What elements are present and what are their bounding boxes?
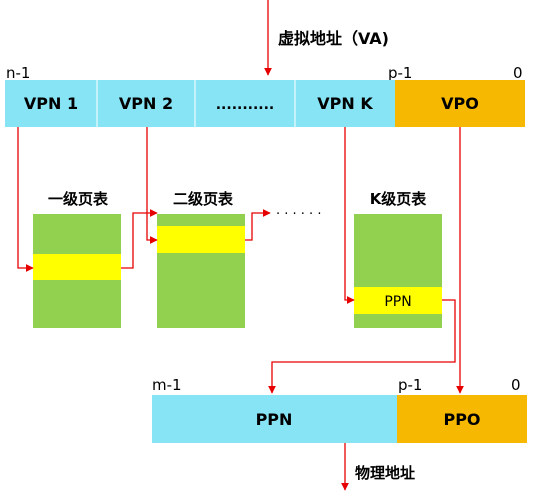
page-table-translation-diagram: 虚拟地址（VA) n-1 p-1 0 VPN 1 VPN 2 .........… — [5, 0, 527, 491]
pa-bit-high: m-1 — [152, 376, 182, 394]
vpn2-to-level2-arrow — [146, 127, 158, 244]
level2-entry — [157, 226, 245, 253]
table-title-level1: 一级页表 — [48, 190, 109, 208]
level1-entry — [33, 254, 121, 280]
va-label-vpn1: VPN 1 — [24, 94, 78, 113]
page-table-level1 — [33, 214, 121, 328]
physical-address-label: 物理地址 — [355, 464, 415, 482]
va-label-dots: ........... — [216, 97, 275, 113]
pa-bit-low: 0 — [511, 376, 521, 394]
virtual-address-bar: VPN 1 VPN 2 ........... VPN K VPO — [5, 80, 525, 127]
va-bit-low: 0 — [513, 64, 523, 82]
table-title-levelk: K级页表 — [370, 190, 428, 208]
physical-address-bar: PPN PPO — [152, 395, 527, 443]
levelk-ppn-label: PPN — [384, 294, 411, 310]
level2-to-next-arrow — [245, 209, 271, 241]
page-table-level2 — [157, 214, 245, 328]
va-bit-mid: p-1 — [388, 64, 412, 82]
intermediate-dots: · · · · · · — [276, 207, 321, 222]
vpn1-to-level1-arrow — [17, 127, 34, 272]
pa-label-ppn: PPN — [256, 410, 293, 429]
va-label-vpo: VPO — [441, 94, 479, 113]
va-label-vpn2: VPN 2 — [119, 94, 173, 113]
va-label-vpnk: VPN K — [317, 94, 373, 113]
vpnk-to-levelk-arrow — [344, 127, 355, 304]
table-title-level2: 二级页表 — [173, 190, 234, 208]
pa-bit-mid: p-1 — [398, 376, 422, 394]
pa-label-ppo: PPO — [443, 410, 480, 429]
page-table-levelk: PPN — [354, 214, 442, 328]
virtual-address-label: 虚拟地址（VA) — [278, 29, 389, 48]
va-bit-high: n-1 — [6, 64, 30, 82]
